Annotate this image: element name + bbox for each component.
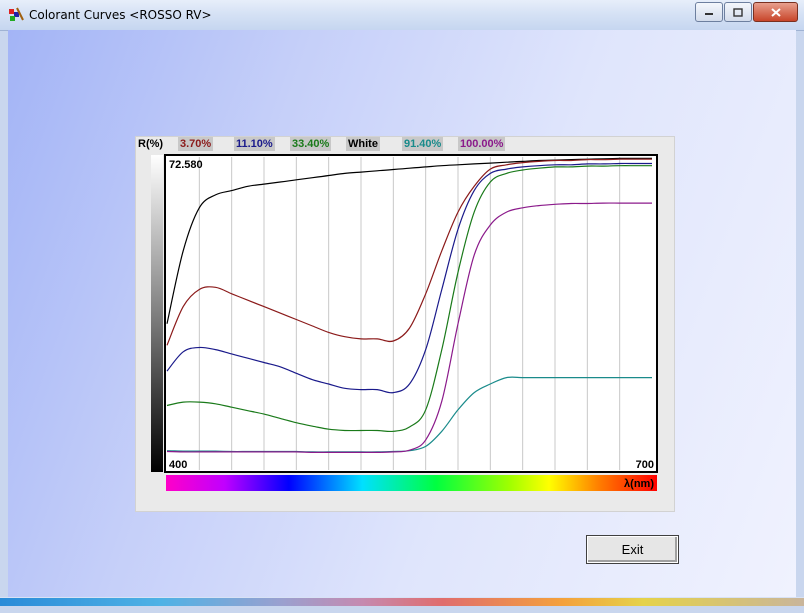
reflectance-chart: 72.580 400 700 λ(nm) [151, 154, 658, 491]
exit-button[interactable]: Exit [586, 535, 679, 564]
x-max-label: 700 [636, 459, 654, 471]
y-max-label: 72.580 [169, 159, 203, 171]
reflectance-gray-scale [151, 155, 163, 472]
x-min-label: 400 [169, 459, 187, 471]
x-axis-label: λ(nm) [624, 478, 654, 490]
bottom-color-strip [0, 598, 804, 606]
wavelength-spectrum-bar [166, 475, 657, 491]
plot-area [164, 154, 658, 473]
